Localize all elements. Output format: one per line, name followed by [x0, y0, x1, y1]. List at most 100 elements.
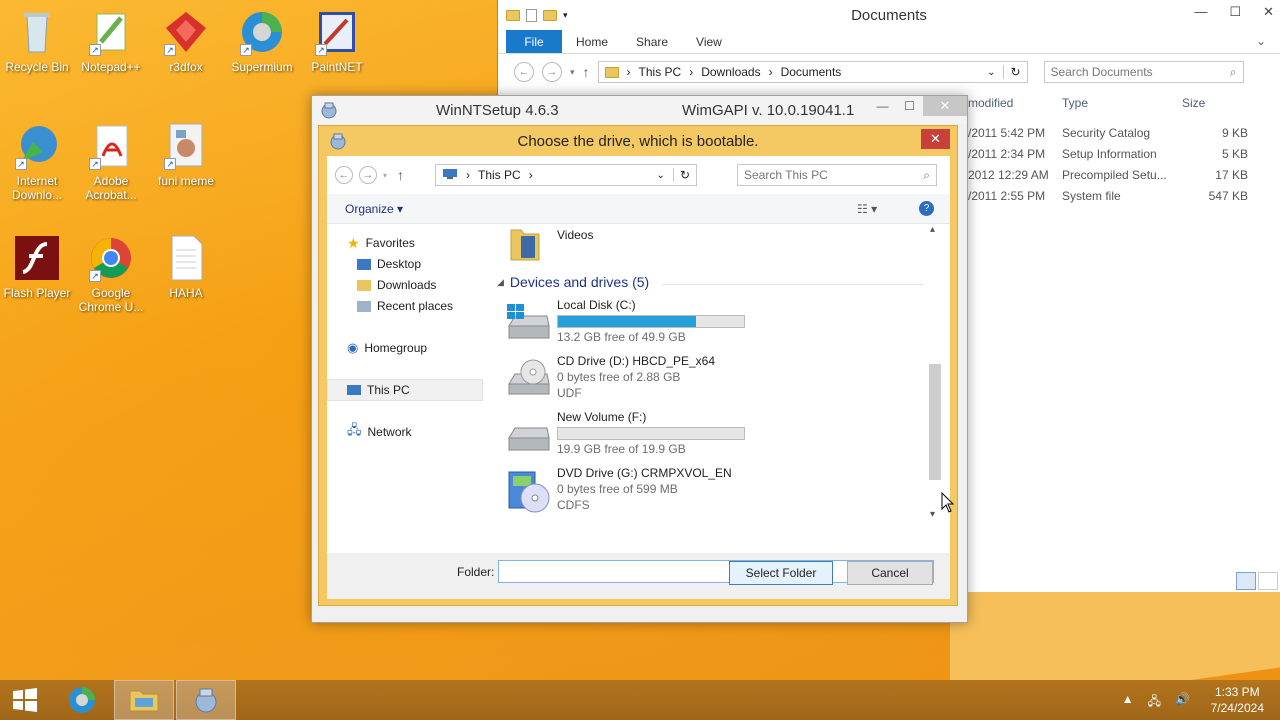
address-dropdown-icon[interactable]: ⌄ — [987, 67, 995, 78]
paintnet-desktop-icon[interactable]: ↗ PaintNET — [301, 8, 373, 74]
dialog-search[interactable]: Search This PC ⌕ — [737, 164, 937, 186]
haha-desktop-icon[interactable]: HAHA — [150, 234, 222, 300]
close-button[interactable]: ✕ — [1263, 4, 1274, 20]
select-folder-button[interactable]: Select Folder — [729, 561, 833, 585]
explorer-address-bar[interactable]: › This PC › Downloads › Documents ⌄ ↻ — [597, 61, 1028, 83]
recycle-bin-desktop-icon[interactable]: Recycle Bin — [1, 8, 73, 74]
chrome-icon: ↗ — [87, 234, 135, 282]
ribbon-expand-icon[interactable]: ⌄ — [1256, 34, 1266, 48]
file-size: 5 KB — [1221, 147, 1248, 161]
explorer-search[interactable]: Search Documents ⌕ — [1043, 61, 1244, 83]
scrollbar-thumb[interactable] — [929, 364, 941, 480]
dialog-titlebar[interactable]: Choose the drive, which is bootable. ✕ — [319, 126, 957, 156]
explorer-titlebar[interactable]: ▾ Documents — ☐ ✕ — [498, 0, 1280, 30]
column-size[interactable]: Size — [1182, 96, 1205, 110]
volume-icon[interactable]: 🔊 — [1175, 692, 1190, 713]
up-arrow-icon[interactable]: ↑ — [583, 64, 590, 80]
nav-label: Homegroup — [364, 341, 428, 355]
taskbar: ▲ 🖧 🔊 1:33 PM 7/24/2024 — [0, 680, 1280, 720]
drive-item-g[interactable]: DVD Drive (G:) CRMPXVOL_EN 0 bytes free … — [497, 466, 897, 518]
dialog-app-icon — [329, 132, 347, 154]
breadcrumb-documents[interactable]: Documents — [781, 65, 842, 79]
recent-locations-icon[interactable]: ▾ — [383, 171, 387, 180]
mouse-cursor-icon — [941, 491, 955, 517]
winntsetup-titlebar[interactable]: WinNTSetup 4.6.3 WimGAPI v. 10.0.19041.1… — [312, 96, 967, 124]
show-hidden-icons-icon[interactable]: ▲ — [1122, 692, 1134, 713]
column-date-modified[interactable]: modified — [968, 96, 1013, 110]
system-clock[interactable]: 1:33 PM 7/24/2024 — [1211, 684, 1264, 716]
breadcrumb-this-pc[interactable]: This PC — [478, 168, 521, 182]
details-view-icon[interactable] — [1236, 572, 1256, 590]
forward-button[interactable]: → — [542, 62, 562, 82]
nav-favorites[interactable]: ★ Favorites — [347, 234, 415, 252]
drive-name: New Volume (F:) — [557, 410, 647, 424]
dialog-address-bar[interactable]: › This PC › ⌄ ↻ — [435, 164, 697, 186]
drive-item-f[interactable]: New Volume (F:) 19.9 GB free of 19.9 GB — [497, 410, 897, 462]
refresh-icon[interactable]: ↻ — [672, 168, 696, 182]
close-button[interactable]: ✕ — [923, 96, 967, 116]
drive-item-c[interactable]: Local Disk (C:) 13.2 GB free of 49.9 GB — [497, 298, 897, 350]
network-status-icon[interactable]: 🖧 — [1148, 692, 1161, 713]
tab-view[interactable]: View — [682, 30, 736, 53]
file-row[interactable]: /2011 5:42 PM Security Catalog 9 KB — [968, 123, 1268, 144]
cancel-button[interactable]: Cancel — [847, 561, 933, 585]
tab-file[interactable]: File — [506, 30, 562, 53]
flash-player-desktop-icon[interactable]: Flash Player — [1, 234, 73, 300]
chrome-desktop-icon[interactable]: ↗ Google Chrome U... — [75, 234, 147, 314]
taskbar-file-explorer[interactable] — [114, 680, 174, 720]
file-row[interactable]: 2012 12:29 AM Precompiled Setu... 17 KB — [968, 165, 1268, 186]
nav-this-pc[interactable]: This PC — [347, 381, 410, 399]
maximize-button[interactable]: ☐ — [896, 96, 923, 116]
choose-drive-dialog[interactable]: Choose the drive, which is bootable. ✕ ←… — [318, 125, 958, 606]
videos-folder[interactable]: Videos — [497, 224, 797, 262]
homegroup-icon: ◉ — [347, 340, 359, 355]
recent-locations-icon[interactable]: ▾ — [570, 67, 575, 78]
large-icons-view-icon[interactable] — [1258, 572, 1278, 590]
notepadpp-desktop-icon[interactable]: ↗ Notepad++ — [75, 8, 147, 74]
scroll-up-icon[interactable]: ▴ — [930, 224, 935, 235]
vertical-scrollbar[interactable]: ▴ ▾ — [928, 224, 942, 520]
dialog-close-button[interactable]: ✕ — [921, 129, 950, 149]
funi-meme-desktop-icon[interactable]: ↗ funi meme — [150, 122, 222, 188]
back-button[interactable]: ← — [335, 166, 353, 184]
taskbar-winntsetup[interactable] — [176, 680, 236, 720]
file-row[interactable]: /2011 2:34 PM Setup Information 5 KB — [968, 144, 1268, 165]
hard-drive-icon — [505, 414, 551, 456]
breadcrumb-this-pc[interactable]: This PC — [639, 65, 682, 79]
nav-homegroup[interactable]: ◉ Homegroup — [347, 339, 427, 357]
video-folder-icon — [509, 224, 541, 265]
supermium-desktop-icon[interactable]: ↗ Supermium — [226, 8, 298, 74]
adobe-acrobat-desktop-icon[interactable]: ↗ Adobe Acrobat... — [75, 122, 147, 202]
back-button[interactable]: ← — [514, 62, 534, 82]
idm-desktop-icon[interactable]: ↗ Internet Downlo... — [1, 122, 73, 202]
help-icon[interactable]: ? — [919, 201, 934, 216]
nav-recent-places[interactable]: Recent places — [357, 297, 453, 315]
breadcrumb-downloads[interactable]: Downloads — [701, 65, 760, 79]
up-arrow-icon[interactable]: ↑ — [397, 167, 404, 183]
nav-network[interactable]: 🖧 Network — [347, 422, 412, 441]
minimize-button[interactable]: — — [869, 96, 896, 116]
taskbar-supermium[interactable] — [52, 680, 112, 720]
tab-home[interactable]: Home — [562, 30, 622, 53]
nav-downloads[interactable]: Downloads — [357, 276, 436, 294]
devices-group-header[interactable]: ◢ Devices and drives (5) — [497, 274, 649, 290]
search-placeholder: Search Documents — [1050, 65, 1153, 79]
forward-button[interactable]: → — [359, 166, 377, 184]
organize-button[interactable]: Organize ▾ — [345, 202, 403, 216]
minimize-button[interactable]: — — [1194, 4, 1207, 20]
scroll-down-icon[interactable]: ▾ — [930, 509, 935, 520]
refresh-icon[interactable]: ↻ — [1003, 65, 1021, 79]
tab-share[interactable]: Share — [622, 30, 682, 53]
desktop-icon — [357, 258, 371, 270]
nav-desktop[interactable]: Desktop — [357, 255, 421, 273]
r3dfox-desktop-icon[interactable]: ↗ r3dfox — [150, 8, 222, 74]
nav-label: Desktop — [377, 257, 422, 271]
change-view-icon[interactable]: ☷ ▾ — [857, 202, 877, 216]
address-dropdown-icon[interactable]: ⌄ — [657, 170, 665, 181]
drive-item-d[interactable]: CD Drive (D:) HBCD_PE_x64 0 bytes free o… — [497, 354, 897, 406]
search-placeholder: Search This PC — [744, 168, 828, 182]
column-type[interactable]: Type — [1062, 96, 1088, 110]
maximize-button[interactable]: ☐ — [1229, 4, 1241, 20]
start-button[interactable] — [0, 680, 50, 720]
file-row[interactable]: /2011 2:55 PM System file 547 KB — [968, 186, 1268, 207]
